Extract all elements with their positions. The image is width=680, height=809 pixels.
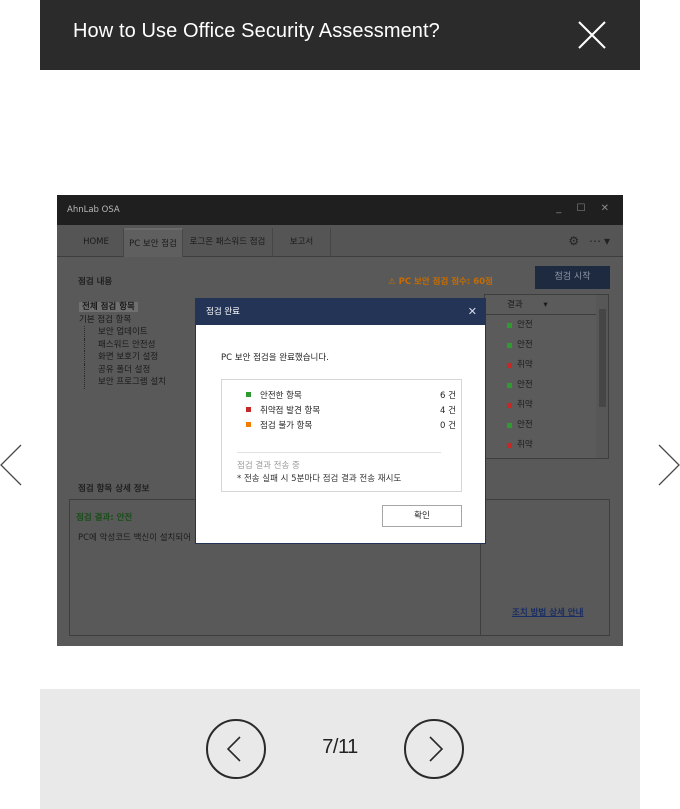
status-dot bbox=[507, 343, 512, 348]
tree-item-all[interactable]: 전체 점검 항목 bbox=[79, 302, 138, 312]
modal-header: How to Use Office Security Assessment? bbox=[40, 0, 640, 70]
page-indicator: 7/11 bbox=[322, 736, 358, 758]
next-arrow-icon[interactable] bbox=[658, 444, 680, 486]
pagination: 7/11 bbox=[40, 689, 640, 809]
app-name: AhnLab OSA bbox=[67, 205, 120, 215]
summary-label: 안전한 항목 bbox=[260, 391, 302, 401]
result-list: 결과 ▾ 안전 안전 취약 안전 취약 안전 취약 bbox=[484, 294, 609, 459]
detail-text: PC에 악성코드 백신이 설치되어 bbox=[78, 533, 192, 543]
tab-home[interactable]: HOME bbox=[69, 228, 124, 257]
start-check-button[interactable]: 점검 시작 bbox=[535, 266, 610, 289]
app-titlebar: AhnLab OSA _ ☐ ✕ bbox=[57, 195, 623, 225]
tree-item-child[interactable]: 화면 보호기 설정 bbox=[84, 351, 166, 364]
app-tabs: HOME PC 보안 점검 로그온 패스워드 점검 보고서 bbox=[57, 225, 623, 257]
tree-item-child[interactable]: 보안 프로그램 설치 bbox=[84, 376, 166, 389]
summary-count: 6 건 bbox=[440, 391, 456, 401]
previous-page-button[interactable] bbox=[206, 719, 266, 779]
result-row[interactable]: 안전 bbox=[485, 315, 608, 335]
app-screenshot: AhnLab OSA _ ☐ ✕ HOME PC 보안 점검 로그온 패스워드 … bbox=[57, 195, 623, 646]
detail-label: 점검 항목 상세 정보 bbox=[78, 484, 150, 494]
modal-title: How to Use Office Security Assessment? bbox=[73, 20, 440, 42]
tree-item-basic[interactable]: 기본 점검 항목 bbox=[79, 314, 166, 327]
result-header-label: 결과 bbox=[507, 300, 523, 310]
score-warning-text: PC 보안 점검 점수: 60점 bbox=[398, 277, 493, 287]
tab-logon-password[interactable]: 로그온 패스워드 점검 bbox=[183, 228, 273, 257]
status-dot bbox=[507, 443, 512, 448]
status-dot bbox=[507, 423, 512, 428]
result-row[interactable]: 취약 bbox=[485, 395, 608, 415]
divider bbox=[237, 452, 441, 453]
tab-report[interactable]: 보고서 bbox=[273, 228, 331, 257]
guide-link[interactable]: 조치 방법 상세 안내 bbox=[512, 606, 583, 618]
retry-note: * 전송 실패 시 5분마다 점검 결과 전송 재시도 bbox=[237, 474, 402, 484]
dialog-title: 점검 완료 bbox=[206, 307, 240, 317]
status-dot bbox=[507, 383, 512, 388]
tab-pc-security[interactable]: PC 보안 점검 bbox=[124, 228, 183, 257]
dialog-header: 점검 완료 ✕ bbox=[196, 299, 485, 325]
detail-result: 점검 결과: 안전 bbox=[76, 513, 133, 523]
tree-item-child[interactable]: 보안 업데이트 bbox=[84, 326, 166, 339]
summary-count: 4 건 bbox=[440, 406, 456, 416]
score-warning: ⚠ PC 보안 점검 점수: 60점 bbox=[388, 275, 493, 287]
status-dot bbox=[507, 363, 512, 368]
check-tree: 전체 점검 항목 기본 점검 항목 보안 업데이트 패스워드 안전성 화면 보호… bbox=[79, 301, 166, 389]
status-dot bbox=[507, 323, 512, 328]
result-row[interactable]: 취약 bbox=[485, 355, 608, 375]
tree-item-child[interactable]: 공유 폴더 설정 bbox=[84, 363, 166, 376]
summary-label: 점검 불가 항목 bbox=[260, 421, 313, 431]
result-row[interactable]: 안전 bbox=[485, 375, 608, 395]
summary-label: 취약점 발견 항목 bbox=[260, 406, 321, 416]
dialog-message: PC 보안 점검을 완료했습니다. bbox=[221, 353, 329, 363]
scrollbar[interactable] bbox=[596, 295, 608, 458]
summary-count: 0 건 bbox=[440, 421, 456, 431]
window-controls-icon: _ ☐ ✕ bbox=[556, 203, 615, 214]
tree-item-child[interactable]: 패스워드 안전성 bbox=[84, 338, 166, 351]
sort-icon: ▾ bbox=[543, 300, 548, 310]
status-square bbox=[246, 407, 251, 412]
status-square bbox=[246, 392, 251, 397]
result-row[interactable]: 취약 bbox=[485, 435, 608, 455]
summary-box: 안전한 항목 6 건 취약점 발견 항목 4 건 점검 불가 항목 0 건 점검… bbox=[221, 379, 462, 492]
next-page-button[interactable] bbox=[404, 719, 464, 779]
status-square bbox=[246, 422, 251, 427]
complete-dialog: 점검 완료 ✕ PC 보안 점검을 완료했습니다. 안전한 항목 6 건 취약점… bbox=[195, 298, 486, 544]
transfer-status: 점검 결과 전송 중 bbox=[237, 461, 300, 471]
check-contents-label: 점검 내용 bbox=[78, 277, 113, 287]
dialog-close-icon[interactable]: ✕ bbox=[468, 299, 477, 325]
warning-icon: ⚠ bbox=[388, 277, 399, 287]
close-icon[interactable] bbox=[578, 21, 606, 49]
result-row[interactable]: 안전 bbox=[485, 335, 608, 355]
ok-button[interactable]: 확인 bbox=[382, 505, 462, 527]
previous-arrow-icon[interactable] bbox=[0, 444, 22, 486]
scroll-thumb[interactable] bbox=[599, 309, 606, 407]
chevron-left-icon bbox=[226, 736, 241, 762]
settings-more-icon[interactable]: ⚙ ⋯▾ bbox=[568, 234, 613, 248]
result-row[interactable]: 안전 bbox=[485, 415, 608, 435]
chevron-right-icon bbox=[429, 736, 444, 762]
status-dot bbox=[507, 403, 512, 408]
result-column-header[interactable]: 결과 ▾ bbox=[485, 295, 608, 315]
